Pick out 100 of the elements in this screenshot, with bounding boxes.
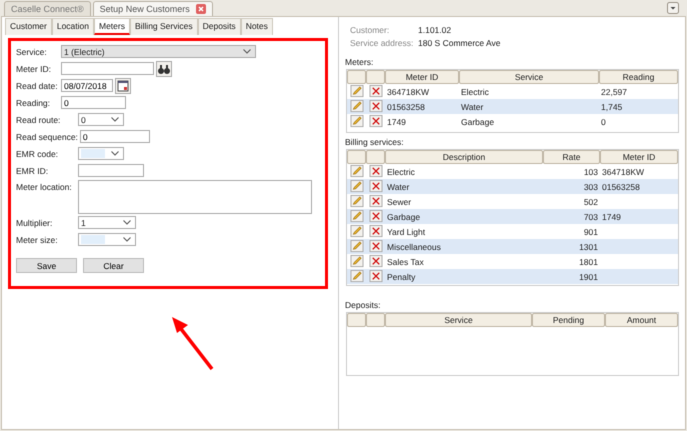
info-label: Customer: (350, 25, 390, 35)
table-cell: Sales Tax (387, 256, 424, 266)
delete-icon[interactable] (368, 180, 382, 193)
delete-icon[interactable] (368, 240, 382, 253)
delete-icon[interactable] (368, 255, 382, 268)
column-header (347, 313, 366, 327)
pencil-icon[interactable] (350, 210, 364, 223)
input-field[interactable] (78, 164, 144, 177)
input-field[interactable] (61, 62, 154, 75)
form-button[interactable]: Clear (83, 258, 144, 273)
column-header (366, 70, 385, 84)
column-header (347, 70, 366, 84)
close-icon[interactable] (196, 4, 206, 14)
section-label: Meters: (345, 57, 374, 67)
table-cell: Garbage (461, 116, 494, 126)
pencil-icon[interactable] (350, 240, 364, 253)
table-cell: 0 (601, 116, 606, 126)
table-cell: Miscellaneous (387, 242, 441, 252)
dropdown[interactable]: 0 (78, 113, 124, 126)
section-label: Deposits: (345, 300, 382, 310)
column-header (366, 150, 385, 164)
dropdown[interactable]: 1 (78, 216, 136, 229)
column-header: Rate (543, 150, 600, 164)
field-label: EMR ID: (16, 166, 50, 176)
column-header: Pending (532, 313, 605, 327)
pencil-icon[interactable] (350, 115, 364, 128)
tab[interactable]: Meters (94, 18, 130, 35)
form-button[interactable]: Save (16, 258, 77, 273)
delete-icon[interactable] (368, 210, 382, 223)
chevron-icon (111, 117, 119, 122)
delete-icon[interactable] (368, 85, 382, 98)
table-cell: 1901 (579, 272, 598, 282)
dropdown[interactable]: 1 (Electric) (61, 45, 256, 58)
pencil-icon[interactable] (350, 225, 364, 238)
column-header: Amount (605, 313, 678, 327)
column-header: Service (385, 313, 532, 327)
table-cell: 01563258 (602, 182, 640, 192)
delete-icon[interactable] (368, 225, 382, 238)
field-label: Meter size: (16, 234, 59, 244)
text-area[interactable] (78, 180, 312, 214)
pencil-icon[interactable] (350, 195, 364, 208)
table-cell: 303 (584, 182, 598, 192)
pencil-icon[interactable] (350, 180, 364, 193)
dropdown[interactable] (78, 147, 124, 160)
column-header: Meter ID (385, 70, 459, 84)
info-value: 180 S Commerce Ave (418, 38, 502, 48)
field-label: Read date: (16, 80, 59, 90)
table-cell: Yard Light (387, 226, 426, 236)
table-cell: 364718KW (387, 86, 430, 96)
table-cell: 1801 (579, 256, 598, 266)
table-cell: 1,745 (601, 102, 622, 112)
chevron-icon (243, 49, 251, 54)
pencil-icon[interactable] (350, 85, 364, 98)
table-cell: 364718KW (602, 166, 644, 176)
field-label: Read route: (16, 114, 62, 124)
field-label: Meter ID: (16, 64, 52, 74)
tab[interactable]: Deposits (198, 18, 241, 35)
input-field[interactable]: 0 (80, 130, 150, 143)
tab[interactable]: Billing Services (130, 18, 198, 35)
dropdown-button[interactable] (667, 2, 679, 14)
pencil-icon[interactable] (350, 165, 364, 178)
calendar-icon[interactable] (115, 78, 131, 94)
tab[interactable]: Customer (5, 18, 52, 35)
field-label: Meter location: (16, 182, 73, 192)
table-cell: 1301 (579, 242, 598, 252)
chevron-icon (123, 237, 131, 242)
info-label: Service address: (350, 38, 414, 48)
column-header: Service (459, 70, 599, 84)
window-tab[interactable]: Setup New Customers (92, 1, 213, 16)
tab[interactable]: Location (52, 18, 94, 35)
date-field[interactable]: 08/07/2018 (61, 79, 113, 92)
table-cell: Penalty (387, 272, 416, 282)
binoculars-icon[interactable] (156, 60, 172, 76)
table-cell: Garbage (387, 212, 420, 222)
table-cell: 901 (584, 226, 598, 236)
info-value: 1.101.02 (418, 25, 452, 35)
column-header (347, 150, 366, 164)
column-header: Reading (599, 70, 678, 84)
column-header (366, 313, 385, 327)
table-cell: Water (387, 182, 410, 192)
table-cell: 103 (584, 166, 598, 176)
pencil-icon[interactable] (350, 100, 364, 113)
delete-icon[interactable] (368, 270, 382, 283)
pencil-icon[interactable] (350, 270, 364, 283)
delete-icon[interactable] (368, 195, 382, 208)
table-cell: 1749 (602, 212, 621, 222)
input-field[interactable]: 0 (61, 96, 126, 109)
table-cell: Water (461, 102, 484, 112)
delete-icon[interactable] (368, 100, 382, 113)
pencil-icon[interactable] (350, 255, 364, 268)
field-label: Read sequence: (16, 132, 79, 142)
chevron-icon (123, 220, 131, 225)
chevron-icon (111, 151, 119, 156)
table-cell: 502 (584, 196, 598, 206)
delete-icon[interactable] (368, 115, 382, 128)
delete-icon[interactable] (368, 165, 382, 178)
window-tab[interactable]: Caselle Connect® (4, 1, 91, 16)
dropdown[interactable] (78, 233, 136, 246)
tab[interactable]: Notes (240, 18, 273, 35)
table-cell: Electric (461, 86, 489, 96)
